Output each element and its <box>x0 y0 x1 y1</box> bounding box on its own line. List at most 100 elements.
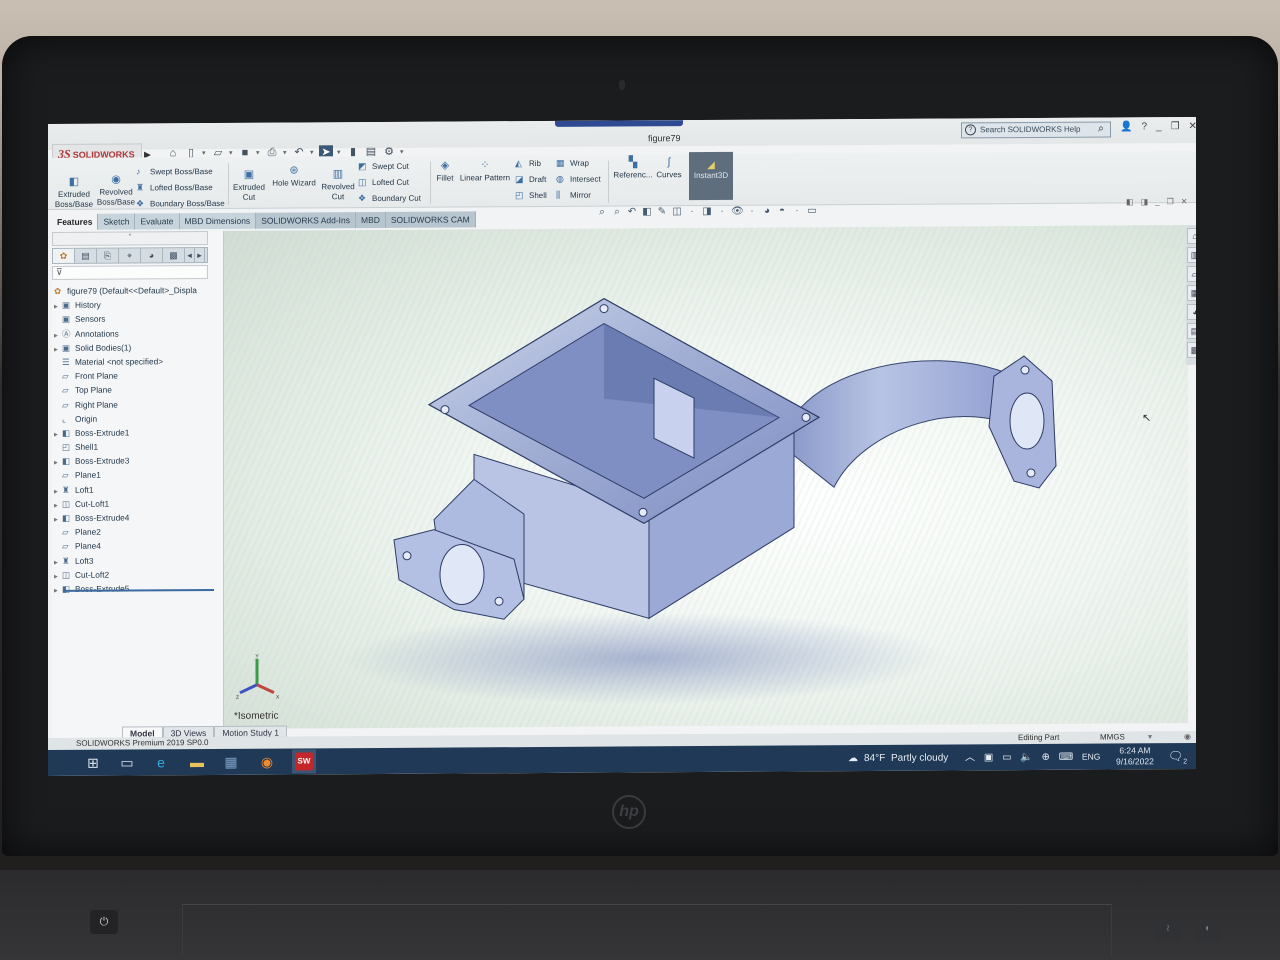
meet-now-icon[interactable]: ▣ <box>984 752 993 763</box>
featuremanager-tree-icon[interactable]: ✿ <box>53 248 75 263</box>
tree-root-part[interactable]: ✿ figure79 (Default<<Default>_Displa <box>54 283 222 298</box>
dropdown-icon[interactable]: ▾ <box>400 148 405 156</box>
show-hidden-icons-icon[interactable]: ︿ <box>965 752 975 763</box>
cam-manager-icon[interactable]: ▩ <box>163 248 185 263</box>
edit-appearance-icon[interactable]: ◕ <box>761 206 773 217</box>
tree-item[interactable]: ▱ Front Plane <box>54 368 222 383</box>
revolved-boss-button[interactable]: ◉ Revolved Boss/Base <box>96 173 136 207</box>
lofted-cut-button[interactable]: ◫ Lofted Cut <box>358 176 409 189</box>
notification-center-icon[interactable]: 🗨2 <box>1168 749 1187 766</box>
dynamic-annotation-icon[interactable]: ✎ <box>656 206 668 217</box>
tab-solidworks-add-ins[interactable]: SOLIDWORKS Add-Ins <box>256 212 356 229</box>
dropdown-icon[interactable]: ▾ <box>256 149 261 157</box>
help-icon[interactable]: ? <box>1141 121 1147 132</box>
dropdown-icon[interactable]: · <box>686 206 698 217</box>
swept-cut-button[interactable]: ◩ Swept Cut <box>358 160 409 173</box>
tree-item[interactable]: ▱ Plane1 <box>54 467 222 482</box>
tree-item[interactable]: ▶ ♜ Loft1 <box>54 482 222 497</box>
apply-scene-icon[interactable]: ◓ <box>776 205 788 216</box>
view-palette-icon[interactable]: ▦ <box>1187 284 1196 302</box>
tree-item[interactable]: ▱ Plane4 <box>54 538 222 553</box>
tab-features[interactable]: Features <box>52 213 99 230</box>
tree-item[interactable]: ▶ ♜ Loft3 <box>54 552 222 567</box>
tree-item[interactable]: ▶ ◧ Boss-Extrude1 <box>54 425 222 440</box>
mirror-button[interactable]: ⫼ Mirror <box>556 189 591 202</box>
tile-right-icon[interactable]: ◨ <box>1141 197 1149 206</box>
tree-item[interactable]: ▶ ▣ Solid Bodies(1) <box>54 340 222 355</box>
keyboard-icon[interactable]: ⌨ <box>1059 752 1073 763</box>
tile-left-icon[interactable]: ◧ <box>1126 197 1134 206</box>
viewport-minimize-icon[interactable]: _ <box>1155 197 1159 206</box>
tab-solidworks-cam[interactable]: SOLIDWORKS CAM <box>385 211 476 228</box>
hide-show-icon[interactable]: 👁 <box>731 206 744 217</box>
displaymanager-icon[interactable]: ◕ <box>141 248 163 263</box>
tree-filter-input[interactable]: ⊽ <box>52 265 208 280</box>
wrap-button[interactable]: ▦ Wrap <box>556 157 589 170</box>
panel-drag-handle[interactable]: ▪ <box>52 231 208 246</box>
graphics-area[interactable]: Y Z X *Isometric ↖ <box>224 225 1188 729</box>
curves-button[interactable]: ʃ Curves <box>654 156 684 180</box>
hole-wizard-button[interactable]: ⊛ Hole Wizard <box>270 164 318 188</box>
task-view-icon[interactable]: ▭ <box>118 753 136 771</box>
swept-boss-button[interactable]: ♪ Swept Boss/Base <box>136 165 213 178</box>
solidworks-forum-icon[interactable]: ▩ <box>1187 341 1196 359</box>
intersect-button[interactable]: ◍ Intersect <box>556 173 601 186</box>
viewport-close-icon[interactable]: ✕ <box>1181 197 1188 206</box>
unit-system-selector[interactable]: MMGS <box>1100 731 1125 743</box>
reference-geometry-button[interactable]: ▚ Referenc... <box>612 156 654 180</box>
draft-button[interactable]: ◪ Draft <box>515 173 546 186</box>
lofted-boss-button[interactable]: ♜ Lofted Boss/Base <box>136 181 213 194</box>
unit-dropdown-icon[interactable]: ▾ <box>1148 731 1152 743</box>
viewport-restore-icon[interactable]: ❐ <box>1167 197 1174 206</box>
dropdown-icon[interactable]: ▾ <box>202 149 207 157</box>
view-orientation-icon[interactable]: ◫ <box>671 206 683 217</box>
tree-item[interactable]: ⌞ Origin <box>54 411 222 426</box>
rib-button[interactable]: ◭ Rib <box>515 157 541 170</box>
tree-item[interactable]: ▶ Ⓐ Annotations <box>54 325 222 340</box>
dropdown-icon[interactable]: ▾ <box>229 149 234 157</box>
extruded-boss-button[interactable]: ◧ Extruded Boss/Base <box>54 176 94 210</box>
help-search-input[interactable]: ? Search SOLIDWORKS Help ⌕ <box>961 121 1111 139</box>
weather-temp[interactable]: 84°F <box>864 753 885 764</box>
configurationmanager-icon[interactable]: ⎘ <box>97 248 119 263</box>
user-icon[interactable]: 👤 <box>1120 121 1132 132</box>
boundary-cut-button[interactable]: ❖ Boundary Cut <box>358 192 421 205</box>
zoom-to-area-icon[interactable]: ⌕ <box>611 206 623 218</box>
tab-sketch[interactable]: Sketch <box>98 213 136 230</box>
start-icon[interactable]: ⊞ <box>84 754 102 772</box>
file-explorer-icon[interactable]: ▬ <box>188 753 206 771</box>
instant3d-button[interactable]: ◢ Instant3D <box>689 151 733 201</box>
tree-item[interactable]: ▶ ◧ Boss-Extrude4 <box>54 510 222 525</box>
language-indicator[interactable]: ENG <box>1082 752 1100 762</box>
internet-explorer-icon[interactable]: e <box>152 753 170 771</box>
solidworks-taskbar-button[interactable]: SW <box>292 749 316 774</box>
tree-item[interactable]: ▶ ▣ History <box>54 297 222 312</box>
tree-item[interactable]: ▶ ◫ Cut-Loft1 <box>54 496 222 511</box>
section-view-icon[interactable]: ◧ <box>641 206 653 217</box>
dropdown-icon[interactable]: · <box>746 206 758 217</box>
file-explorer-icon[interactable]: ▱ <box>1187 265 1196 283</box>
tree-item[interactable]: ▶ ◫ Cut-Loft2 <box>54 567 222 582</box>
dropdown-icon[interactable]: ▾ <box>283 149 288 157</box>
scroll-left-icon[interactable]: ◂ <box>185 248 195 263</box>
previous-view-icon[interactable]: ↶ <box>626 206 638 217</box>
restore-icon[interactable]: ❐ <box>1171 121 1180 132</box>
shell-button[interactable]: ◰ Shell <box>515 189 547 202</box>
expand-arrow-icon[interactable]: ▶ <box>54 584 62 598</box>
firefox-icon[interactable]: ◉ <box>258 753 276 771</box>
weather-condition[interactable]: Partly cloudy <box>891 753 948 764</box>
close-icon[interactable]: ✕ <box>1189 121 1196 132</box>
solidworks-resources-icon[interactable]: ⌂ <box>1187 227 1196 245</box>
scroll-right-icon[interactable]: ▸ <box>195 248 205 263</box>
fillet-button[interactable]: ◈ Fillet <box>432 159 458 183</box>
clock[interactable]: 6:24 AM 9/16/2022 <box>1116 745 1154 767</box>
minimize-icon[interactable]: _ <box>1156 121 1162 132</box>
dropdown-icon[interactable]: ▾ <box>310 148 315 156</box>
appearances-icon[interactable]: ◕ <box>1187 303 1196 321</box>
tab-evaluate[interactable]: Evaluate <box>135 213 180 230</box>
tab-mbd-dimensions[interactable]: MBD Dimensions <box>179 212 257 230</box>
tree-item[interactable]: ▱ Plane2 <box>54 524 222 539</box>
display-style-icon[interactable]: ◨ <box>701 206 713 217</box>
tree-item[interactable]: ▶ ◧ Boss-Extrude3 <box>54 453 222 468</box>
battery-icon[interactable]: ▭ <box>1002 752 1011 763</box>
